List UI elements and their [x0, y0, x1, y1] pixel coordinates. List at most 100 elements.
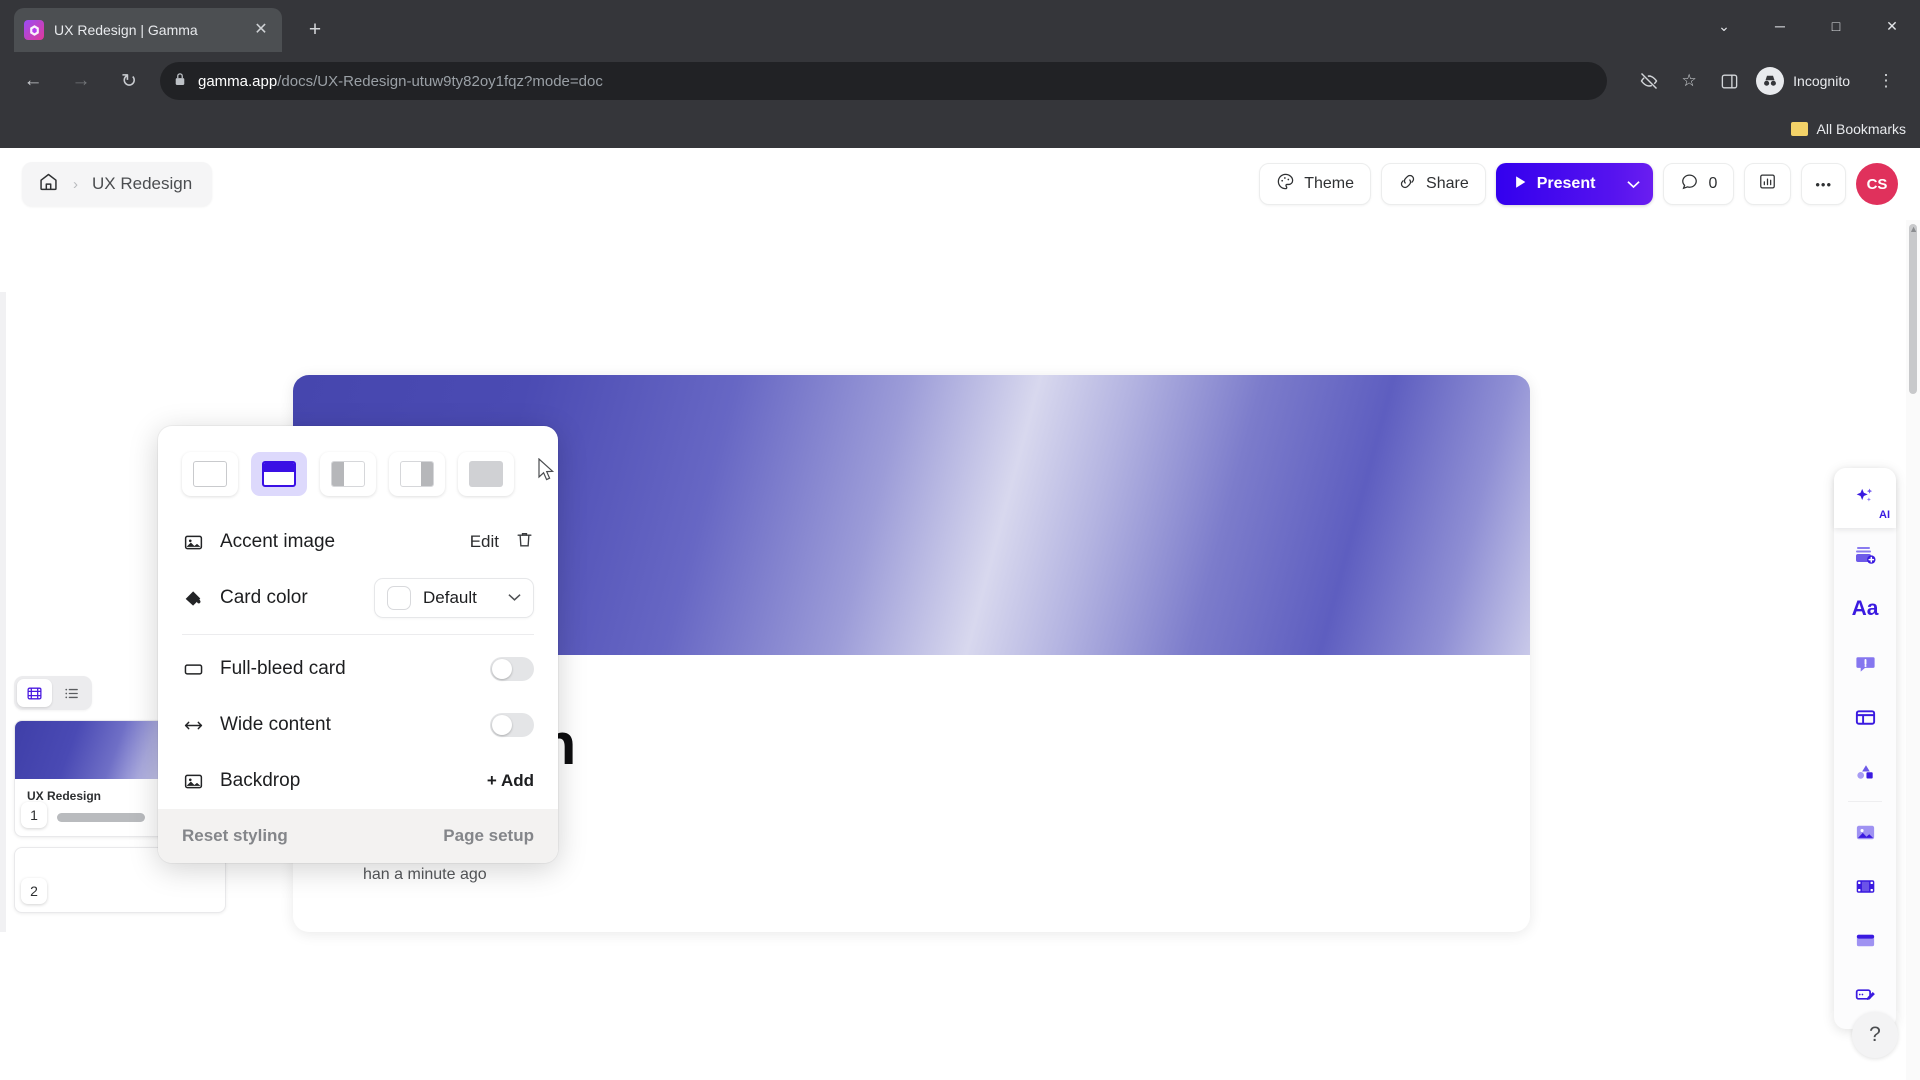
view-mode-toggle — [14, 676, 92, 710]
window-close-icon[interactable]: ✕ — [1864, 8, 1920, 44]
layout-preview-icon — [193, 461, 227, 487]
comments-button[interactable]: 0 — [1663, 163, 1735, 205]
eye-off-icon[interactable] — [1631, 63, 1667, 99]
add-backdrop-button[interactable]: + Add — [487, 771, 534, 791]
gamma-app: › UX Redesign Theme Share Present 0 ••• … — [0, 148, 1920, 1080]
ellipsis-icon: ••• — [1815, 176, 1832, 192]
help-button[interactable]: ? — [1852, 1012, 1898, 1058]
home-icon[interactable] — [38, 171, 59, 197]
tab-search-icon[interactable]: ⌄ — [1696, 8, 1752, 44]
popover-footer: Reset styling Page setup — [158, 809, 558, 863]
card-color-select[interactable]: Default — [374, 578, 534, 618]
analytics-icon — [1758, 172, 1777, 196]
image-icon — [182, 771, 204, 792]
layout-option-accent-image-top[interactable] — [251, 452, 307, 496]
close-icon[interactable]: ✕ — [250, 19, 272, 41]
card-color-value: Default — [423, 588, 477, 607]
text-label: Aa — [1851, 597, 1879, 620]
link-icon — [1398, 172, 1417, 196]
browser-tab[interactable]: UX Redesign | Gamma ✕ — [14, 8, 282, 52]
present-button[interactable]: Present — [1495, 163, 1614, 205]
list-view-icon[interactable] — [54, 679, 89, 707]
more-options-button[interactable]: ••• — [1801, 163, 1846, 205]
profile-label: Incognito — [1793, 73, 1850, 89]
trash-icon[interactable] — [515, 530, 534, 554]
wide-content-toggle[interactable] — [490, 713, 534, 737]
shapes-icon[interactable] — [1834, 744, 1896, 798]
breadcrumb-current[interactable]: UX Redesign — [92, 174, 192, 194]
ai-icon[interactable]: AI — [1834, 468, 1896, 528]
forward-icon[interactable]: → — [64, 64, 98, 98]
back-icon[interactable]: ← — [16, 64, 50, 98]
top-bar-actions: Theme Share Present 0 ••• CS — [1259, 163, 1898, 205]
reset-styling-button[interactable]: Reset styling — [182, 826, 288, 846]
image-icon[interactable] — [1834, 805, 1896, 859]
document-timestamp: han a minute ago — [363, 866, 487, 883]
slide-number: 1 — [21, 802, 47, 828]
app-top-bar: › UX Redesign Theme Share Present 0 ••• … — [0, 148, 1920, 220]
backdrop-actions: + Add — [487, 771, 534, 791]
share-button[interactable]: Share — [1381, 163, 1486, 205]
color-swatch — [387, 586, 411, 610]
incognito-profile-button[interactable]: Incognito — [1751, 63, 1864, 99]
theme-label: Theme — [1304, 175, 1355, 192]
url-text: gamma.app/docs/UX-Redesign-utuw9ty82oy1f… — [198, 73, 603, 90]
avatar[interactable]: CS — [1856, 163, 1898, 205]
wide-content-row: Wide content — [158, 697, 558, 753]
layout-icon[interactable] — [1834, 690, 1896, 744]
page-setup-button[interactable]: Page setup — [443, 826, 534, 846]
accent-image-label: Accent image — [220, 531, 336, 552]
vertical-scrollbar[interactable] — [1906, 220, 1920, 1080]
bookmark-star-icon[interactable]: ☆ — [1671, 63, 1707, 99]
play-icon — [1514, 175, 1527, 194]
insert-toolbar: AI Aa — [1834, 468, 1896, 1029]
slide-number: 2 — [21, 878, 47, 904]
full-bleed-card-toggle[interactable] — [490, 657, 534, 681]
layout-preview-icon — [400, 461, 434, 487]
address-bar[interactable]: gamma.app/docs/UX-Redesign-utuw9ty82oy1f… — [160, 62, 1608, 100]
gamma-logo-icon — [24, 20, 44, 40]
accent-image-actions: Edit — [470, 530, 534, 554]
layout-option-accent-image-left[interactable] — [320, 452, 376, 496]
share-label: Share — [1426, 175, 1469, 192]
side-panel-icon[interactable] — [1711, 63, 1747, 99]
maximize-icon[interactable]: □ — [1808, 8, 1864, 44]
layout-option-no-accent-image[interactable] — [182, 452, 238, 496]
minimize-icon[interactable]: ─ — [1752, 8, 1808, 44]
scroll-up-arrow[interactable]: ▲ — [1909, 224, 1918, 234]
present-dropdown-button[interactable] — [1613, 163, 1654, 205]
theme-button[interactable]: Theme — [1259, 163, 1372, 205]
video-icon[interactable] — [1834, 859, 1896, 913]
edit-accent-image-button[interactable]: Edit — [470, 532, 499, 552]
breadcrumb-separator: › — [73, 175, 78, 193]
full-bleed-card-label: Full-bleed card — [220, 658, 346, 679]
browser-chrome: UX Redesign | Gamma ✕ + ⌄ ─ □ ✕ ← → ↻ ga… — [0, 0, 1920, 148]
card-color-label: Card color — [220, 587, 308, 608]
layout-option-accent-image-right[interactable] — [389, 452, 445, 496]
all-bookmarks-label[interactable]: All Bookmarks — [1817, 121, 1906, 137]
arrows-horizontal-icon — [182, 715, 204, 736]
embed-icon[interactable] — [1834, 913, 1896, 967]
accent-image-row: Accent image Edit — [158, 514, 558, 570]
image-icon — [182, 532, 204, 553]
reload-icon[interactable]: ↻ — [112, 64, 146, 98]
tab-strip: UX Redesign | Gamma ✕ + ⌄ ─ □ ✕ — [0, 0, 1920, 52]
present-button-group: Present — [1495, 163, 1654, 205]
callout-icon[interactable] — [1834, 636, 1896, 690]
analytics-button[interactable] — [1744, 163, 1792, 205]
chevron-down-icon — [508, 591, 521, 605]
layout-option-accent-image-full[interactable] — [458, 452, 514, 496]
new-tab-button[interactable]: + — [300, 15, 330, 45]
comment-icon — [1680, 172, 1699, 196]
layout-options-row — [158, 426, 558, 514]
text-icon[interactable]: Aa — [1834, 582, 1896, 636]
bookmarks-bar: All Bookmarks — [0, 110, 1920, 148]
scrollbar-thumb[interactable] — [1909, 224, 1917, 394]
mouse-cursor — [538, 457, 556, 488]
grid-view-icon[interactable] — [17, 679, 52, 707]
popover-divider — [182, 634, 534, 635]
add-card-icon[interactable] — [1834, 528, 1896, 582]
slide-placeholder-bar — [57, 813, 145, 822]
rail-divider — [1848, 801, 1882, 802]
browser-menu-icon[interactable]: ⋮ — [1868, 63, 1904, 99]
